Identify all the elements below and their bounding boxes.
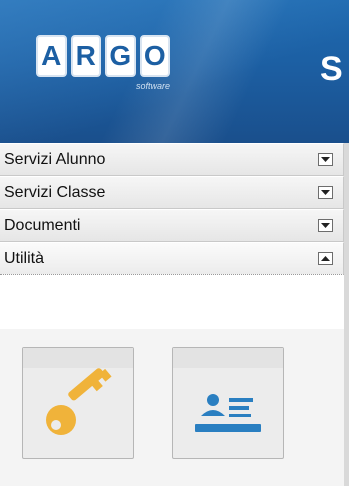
logo-subtitle: software xyxy=(135,81,170,91)
logo-letters: A R G O xyxy=(36,35,170,77)
logo-letter: R xyxy=(70,35,101,77)
app-header: A R G O software S xyxy=(0,0,349,143)
header-title: S xyxy=(320,50,343,88)
menu-item-label: Documenti xyxy=(4,216,81,234)
menu-item-servizi-alunno[interactable]: Servizi Alunno xyxy=(0,143,344,176)
menu-item-servizi-classe[interactable]: Servizi Classe xyxy=(0,176,344,209)
menu-item-label: Servizi Alunno xyxy=(4,150,106,168)
utility-panel xyxy=(0,329,345,486)
argo-logo[interactable]: A R G O software xyxy=(36,35,170,95)
logo-letter: G xyxy=(105,35,136,77)
change-password-button[interactable] xyxy=(22,347,134,459)
user-data-button[interactable] xyxy=(172,347,284,459)
panel-border xyxy=(344,143,349,486)
contact-card-icon xyxy=(195,394,261,432)
key-icon xyxy=(46,368,112,435)
chevron-down-icon[interactable] xyxy=(318,186,333,199)
menu-item-label: Servizi Classe xyxy=(4,183,106,201)
sidebar-menu: Servizi Alunno Servizi Classe Documenti … xyxy=(0,143,344,275)
chevron-up-icon[interactable] xyxy=(318,252,333,265)
logo-letter: O xyxy=(139,35,170,77)
logo-letter: A xyxy=(36,35,67,77)
chevron-down-icon[interactable] xyxy=(318,153,333,166)
menu-item-utilita[interactable]: Utilità xyxy=(0,242,344,275)
chevron-down-icon[interactable] xyxy=(318,219,333,232)
menu-item-documenti[interactable]: Documenti xyxy=(0,209,344,242)
menu-item-label: Utilità xyxy=(4,249,45,267)
